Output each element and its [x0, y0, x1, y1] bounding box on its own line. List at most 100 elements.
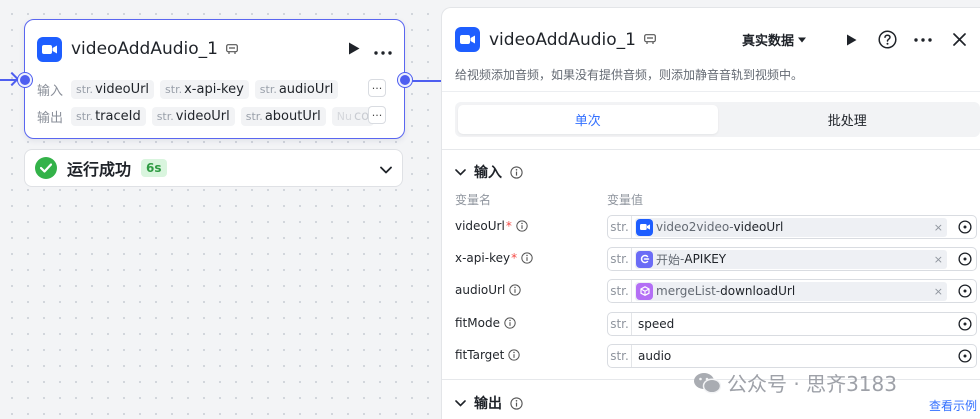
section-divider: [442, 149, 980, 150]
column-header-value: 变量值: [607, 193, 644, 207]
watermark: 公众号 · 思齐3183: [693, 368, 897, 397]
column-header-name: 变量名: [455, 193, 492, 207]
run-node-play-icon[interactable]: [348, 40, 360, 59]
incoming-edge-arrow: [4, 71, 20, 87]
run-mode-tabs: 单次 批处理: [455, 102, 980, 137]
tab-single[interactable]: 单次: [458, 105, 718, 134]
wechat-icon: [694, 372, 721, 394]
required-marker: *: [505, 219, 512, 233]
more-inputs-button[interactable]: ···: [368, 79, 386, 97]
variable-value-text[interactable]: speed: [638, 317, 674, 331]
required-marker: *: [511, 251, 518, 265]
start-icon: [636, 250, 653, 268]
data-mode-dropdown[interactable]: 真实数据: [742, 30, 806, 49]
variable-row-fittarget: fitTarget str. audio: [455, 344, 980, 370]
inputs-label: 输入: [37, 83, 64, 99]
variable-row-x-api-key: x-api-key * str. 开始 - APIKEY ×: [455, 247, 980, 273]
run-status-text: 运行成功: [67, 160, 132, 179]
output-section-title: 输出: [474, 396, 502, 412]
video-icon: [37, 36, 62, 62]
reference-picker-icon[interactable]: [958, 317, 972, 331]
run-status-bar[interactable]: 运行成功 6s: [24, 149, 403, 187]
outputs-label: 输出: [37, 110, 64, 126]
reference-picker-icon[interactable]: [958, 252, 972, 266]
variable-value-field[interactable]: str. mergeList - downloadUrl ×: [607, 279, 977, 303]
help-icon[interactable]: [876, 29, 898, 51]
type-tag: str.: [608, 216, 632, 238]
panel-info-icon[interactable]: [642, 32, 658, 48]
node-input-port[interactable]: [18, 73, 32, 87]
chevron-down-icon: [455, 168, 466, 176]
close-icon[interactable]: [948, 29, 970, 51]
input-section-title: 输入: [474, 165, 502, 181]
reference-chip[interactable]: 开始 - APIKEY ×: [635, 249, 947, 269]
info-icon: [504, 317, 516, 329]
tab-batch[interactable]: 批处理: [718, 105, 978, 134]
node-info-icon[interactable]: [224, 41, 240, 57]
variable-value-field[interactable]: str. speed: [607, 312, 977, 336]
caret-down-icon: [798, 37, 806, 42]
type-tag: str.: [608, 313, 632, 335]
node-outputs-row: 输出 str. traceId str. videoUrl str. aboutUrl…: [37, 105, 386, 127]
reference-picker-icon[interactable]: [958, 284, 972, 298]
type-tag: str.: [608, 345, 632, 367]
reference-picker-icon[interactable]: [958, 220, 972, 234]
type-tag: str.: [608, 280, 632, 302]
input-section-header[interactable]: 输入: [455, 161, 523, 183]
node-config-panel: videoAddAudio_1 真实数据 给视频添加音频，如果没有提供音频，则添…: [441, 7, 980, 419]
node-output-port[interactable]: [398, 73, 412, 87]
workflow-node-card[interactable]: videoAddAudio_1 输入 str. videoUrl str. x-ap…: [24, 19, 405, 139]
input-chip-videourl: str. videoUrl: [71, 79, 155, 99]
panel-header: videoAddAudio_1 真实数据: [455, 27, 970, 52]
node-inputs-row: 输入 str. videoUrl str. x-api-key str. audioU…: [37, 78, 386, 100]
more-outputs-button[interactable]: ···: [368, 106, 386, 124]
video-icon: [455, 27, 480, 52]
variable-name: fitTarget: [455, 348, 521, 362]
clear-reference-icon[interactable]: ×: [934, 253, 943, 266]
variable-row-fitmode: fitMode str. speed: [455, 312, 980, 338]
output-chip-videourl: str. videoUrl: [151, 106, 235, 126]
output-section-header[interactable]: 输出: [455, 392, 523, 414]
cube-icon: [636, 282, 653, 300]
view-example-link[interactable]: 查看示例: [929, 397, 977, 414]
node-description: 给视频添加音频，如果没有提供音频，则添加静音音轨到视频中。: [455, 68, 804, 82]
clear-reference-icon[interactable]: ×: [934, 285, 943, 298]
variable-value-field[interactable]: str. video2video - videoUrl ×: [607, 215, 977, 239]
panel-title: videoAddAudio_1: [489, 29, 636, 50]
input-chip-audiourl: str. audioUrl: [254, 79, 339, 99]
info-icon: [521, 252, 533, 264]
output-chip-traceid: str. traceId: [71, 106, 146, 126]
info-icon: [510, 396, 523, 410]
info-icon: [508, 349, 521, 361]
info-icon: [516, 220, 528, 232]
node-header: videoAddAudio_1: [37, 36, 392, 62]
info-icon: [510, 165, 523, 179]
reference-chip[interactable]: mergeList - downloadUrl ×: [635, 281, 947, 301]
video-icon: [636, 218, 653, 236]
reference-picker-icon[interactable]: [958, 349, 972, 363]
variable-value-field[interactable]: str. audio: [607, 344, 977, 368]
workflow-canvas[interactable]: videoAddAudio_1 输入 str. videoUrl str. x-ap…: [0, 0, 445, 419]
clear-reference-icon[interactable]: ×: [934, 221, 943, 234]
input-chip-x-api-key: str. x-api-key: [160, 79, 249, 99]
variable-name: fitMode: [455, 316, 516, 330]
variable-value-text[interactable]: audio: [638, 349, 671, 363]
node-title: videoAddAudio_1: [71, 39, 218, 59]
run-play-icon[interactable]: [840, 29, 862, 51]
panel-more-icon[interactable]: [912, 29, 934, 51]
variable-value-field[interactable]: str. 开始 - APIKEY ×: [607, 247, 977, 271]
node-more-icon[interactable]: [374, 40, 392, 59]
reference-chip[interactable]: video2video - videoUrl ×: [635, 217, 947, 237]
info-icon: [509, 284, 521, 296]
header-divider: [442, 91, 980, 92]
variable-name: videoUrl *: [455, 219, 528, 233]
chevron-down-icon: [455, 399, 466, 407]
variable-row-audiourl: audioUrl str. mergeList - downloadUrl ×: [455, 279, 980, 305]
output-chip-abouturl: str. aboutUrl: [240, 106, 326, 126]
variable-row-videourl: videoUrl * str. video2video - videoUrl ×: [455, 215, 980, 241]
run-duration-badge: 6s: [141, 159, 167, 177]
chevron-down-icon[interactable]: [380, 159, 392, 178]
variable-name: x-api-key *: [455, 251, 533, 265]
type-tag: str.: [608, 248, 632, 270]
variable-name: audioUrl: [455, 283, 521, 297]
